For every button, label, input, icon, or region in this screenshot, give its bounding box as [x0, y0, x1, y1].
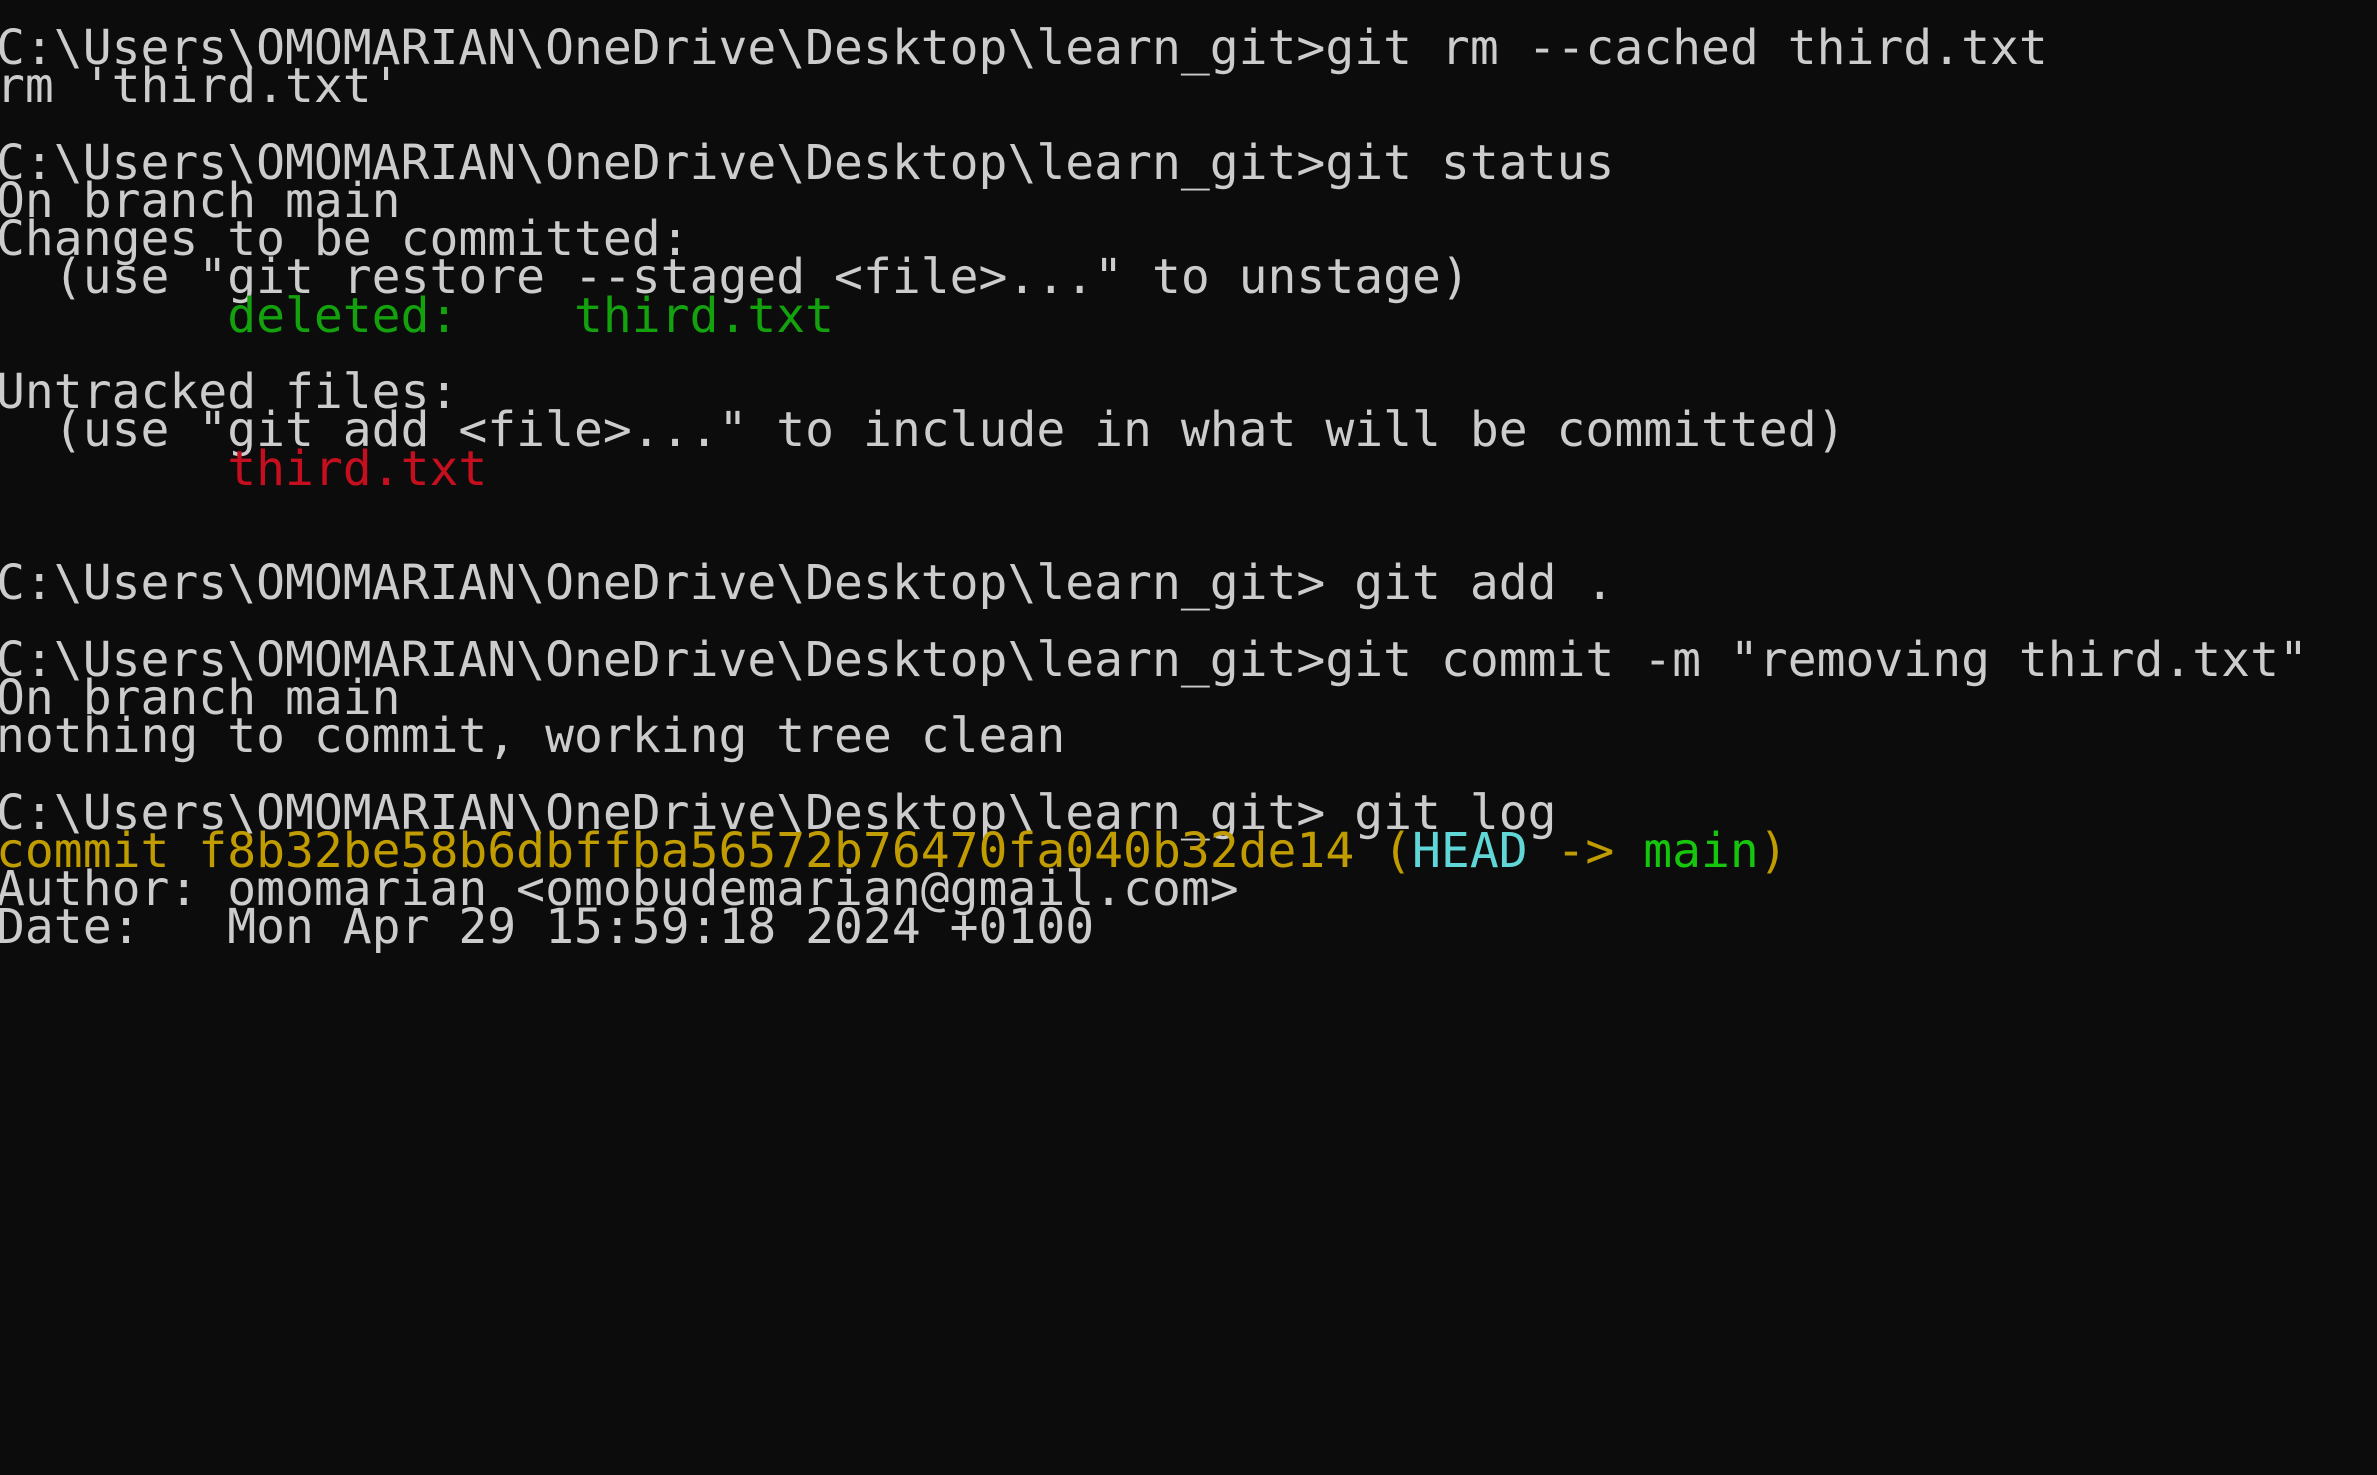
- terminal-window[interactable]: C:\Users\OMOMARIAN\OneDrive\Desktop\lear…: [0, 0, 2377, 1475]
- deleted-third-txt: deleted: third.txt: [227, 288, 835, 344]
- output-rm-third: rm 'third.txt': [0, 58, 401, 114]
- log-date: Date: Mon Apr 29 15:59:18 2024 +0100: [0, 899, 1095, 955]
- ref-arrow: ->: [1527, 823, 1644, 879]
- output-deleted-entry: deleted: third.txt: [0, 287, 834, 345]
- output-untracked-entry: third.txt: [0, 440, 487, 498]
- ref-close-paren: ): [1758, 823, 1788, 879]
- prompt-git-add: C:\Users\OMOMARIAN\OneDrive\Desktop\lear…: [0, 555, 1615, 611]
- untracked-third-txt: third.txt: [227, 441, 488, 497]
- output-nothing-to-commit: nothing to commit, working tree clean: [0, 708, 1066, 764]
- branch-ref: main: [1643, 823, 1759, 879]
- head-ref: HEAD: [1412, 823, 1528, 879]
